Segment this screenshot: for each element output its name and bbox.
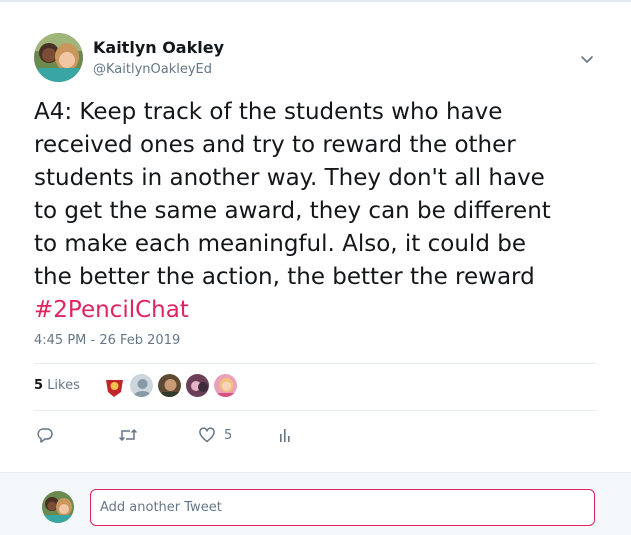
liker-avatar[interactable] [101,373,126,398]
liker-avatar[interactable] [185,373,210,398]
analytics-icon [278,426,292,444]
retweet-icon [118,426,138,444]
likes-number: 5 [34,378,44,393]
chevron-down-icon[interactable] [577,49,597,69]
author-name[interactable]: Kaitlyn Oakley [93,38,224,57]
top-border [0,0,631,2]
like-button[interactable]: 5 [198,424,232,446]
tweet-timestamp[interactable]: 4:45 PM - 26 Feb 2019 [34,333,180,348]
reply-input[interactable]: Add another Tweet [90,489,595,526]
reply-icon [36,426,54,444]
author-avatar[interactable] [34,33,83,82]
likes-label: Likes [47,378,80,393]
liker-avatar[interactable] [213,373,238,398]
hashtag-link[interactable]: #2PencilChat [34,294,614,327]
tweet-text-line: to get the same award, they can be diffe… [34,198,551,224]
divider [34,363,597,364]
reply-button[interactable] [36,424,54,446]
divider [34,410,597,411]
tweet-text: A4: Keep track of the students who have … [34,96,614,327]
likes-count[interactable]: 5 Likes [34,378,80,393]
liker-avatar[interactable] [129,373,154,398]
current-user-avatar [42,491,74,523]
tweet-text-line: to make each meaningful. Also, it could … [34,231,526,257]
reply-bar: Add another Tweet [0,472,631,535]
heart-icon [198,426,216,444]
tweet-header: Kaitlyn Oakley @KaitlynOakleyEd [34,33,604,85]
tweet-text-line: students in another way. They don't all … [34,165,545,191]
tweet-text-line: A4: Keep track of the students who have [34,99,503,125]
liker-avatar[interactable] [157,373,182,398]
analytics-button[interactable] [278,424,292,446]
retweet-button[interactable] [118,424,138,446]
tweet-text-line: the better the action, the better the re… [34,264,535,290]
like-count: 5 [224,427,233,443]
tweet-actions: 5 [34,424,434,446]
tweet-text-line: received ones and try to reward the othe… [34,132,516,158]
author-handle[interactable]: @KaitlynOakleyEd [93,62,212,77]
